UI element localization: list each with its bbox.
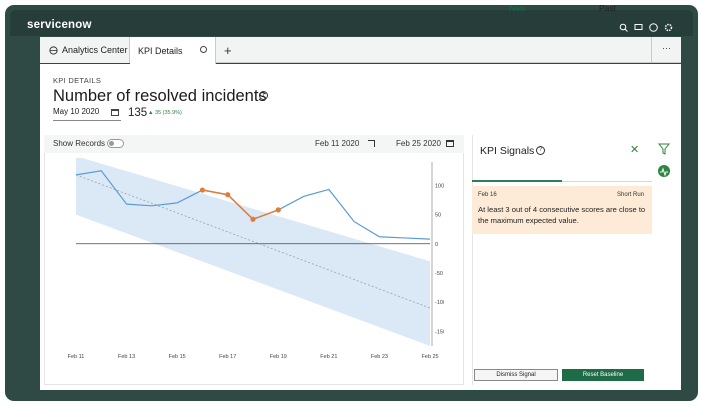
start-date[interactable]: Feb 11 2020 — [315, 139, 359, 148]
settings-gear-icon[interactable] — [664, 19, 673, 32]
x-tick-label: Feb 21 — [320, 354, 337, 360]
kpi-line-chart: 100 50 0 -50 -100 -150 Feb 11 Feb 13 Feb 15 Feb 1… — [68, 158, 444, 360]
signal-pulse-icon[interactable] — [658, 165, 670, 177]
kpi-change: ▲ 35 (35.9%) — [148, 110, 182, 116]
show-records-label: Show Records — [53, 139, 106, 148]
highlighted-point — [199, 187, 206, 193]
y-tick-label: -150 — [435, 329, 444, 335]
y-tick-label: 0 — [435, 242, 438, 248]
page-title: Number of resolved incidents — [53, 87, 267, 105]
kpi-value: 135 — [128, 107, 148, 119]
help-icon[interactable]: ? — [536, 146, 545, 155]
x-tick-label: Feb 13 — [118, 354, 135, 360]
reset-range-icon[interactable] — [368, 140, 375, 147]
new-tab-button[interactable]: + — [224, 43, 232, 58]
dismiss-signal-button[interactable]: Dismiss Signal — [474, 369, 558, 381]
signal-description: At least 3 out of 4 consecutive scores a… — [478, 205, 646, 225]
date-picker[interactable]: May 10 2020 — [53, 107, 121, 121]
y-tick-label: -50 — [435, 271, 443, 277]
tab-analytics-center[interactable]: Analytics Center — [40, 37, 130, 63]
trend-line — [75, 174, 431, 309]
top-icons — [619, 19, 673, 32]
active-tab-indicator — [472, 180, 562, 182]
x-tick-label: Feb 15 — [169, 354, 186, 360]
signal-date: Feb 16 — [478, 192, 497, 198]
close-tab-icon[interactable] — [200, 46, 207, 53]
y-tick-label: 100 — [435, 183, 444, 189]
x-tick-label: Feb 23 — [371, 354, 388, 360]
close-icon[interactable]: ✕ — [630, 143, 639, 156]
tab-analytics-center-label: Analytics Center — [62, 45, 128, 55]
top-navigation-bar — [10, 10, 693, 36]
signal-run-type: Short Run — [617, 192, 645, 198]
highlighted-point — [250, 216, 256, 222]
end-date[interactable]: Feb 25 2020 — [396, 139, 441, 148]
tab-kpi-details-label: KPI Details — [138, 45, 183, 56]
tab-past[interactable]: Past — [599, 3, 616, 13]
highlighted-point — [275, 207, 281, 213]
calendar-icon[interactable] — [446, 140, 454, 147]
y-tick-label: -100 — [435, 300, 444, 306]
tab-new[interactable]: New — [509, 3, 526, 13]
show-records-toggle[interactable] — [107, 139, 124, 148]
reset-baseline-button[interactable]: Reset Baseline — [562, 369, 644, 381]
more-options-button[interactable]: ··· — [651, 37, 681, 63]
x-tick-label: Feb 19 — [270, 354, 287, 360]
kpi-section-label: KPI DETAILS — [53, 76, 102, 85]
calendar-icon — [111, 109, 119, 116]
tab-bar: Analytics Center KPI Details + ··· — [40, 37, 681, 64]
chat-icon[interactable] — [634, 19, 643, 30]
date-value: May 10 2020 — [53, 107, 100, 116]
analytics-globe-icon — [49, 45, 58, 55]
kpi-signals-title: KPI Signals — [480, 145, 535, 157]
y-tick-label: 50 — [435, 213, 441, 219]
highlighted-point — [225, 192, 231, 198]
x-tick-label: Feb 11 — [68, 354, 85, 360]
x-tick-label: Feb 25 — [421, 354, 438, 360]
info-icon[interactable]: i — [259, 91, 268, 100]
x-tick-label: Feb 17 — [219, 354, 236, 360]
filter-icon[interactable] — [657, 142, 671, 155]
search-icon[interactable] — [619, 19, 628, 32]
help-icon[interactable] — [649, 19, 658, 32]
servicenow-logo: servicenow — [27, 19, 92, 31]
tab-kpi-details[interactable]: KPI Details — [130, 37, 216, 64]
expected-range-band — [76, 158, 430, 346]
